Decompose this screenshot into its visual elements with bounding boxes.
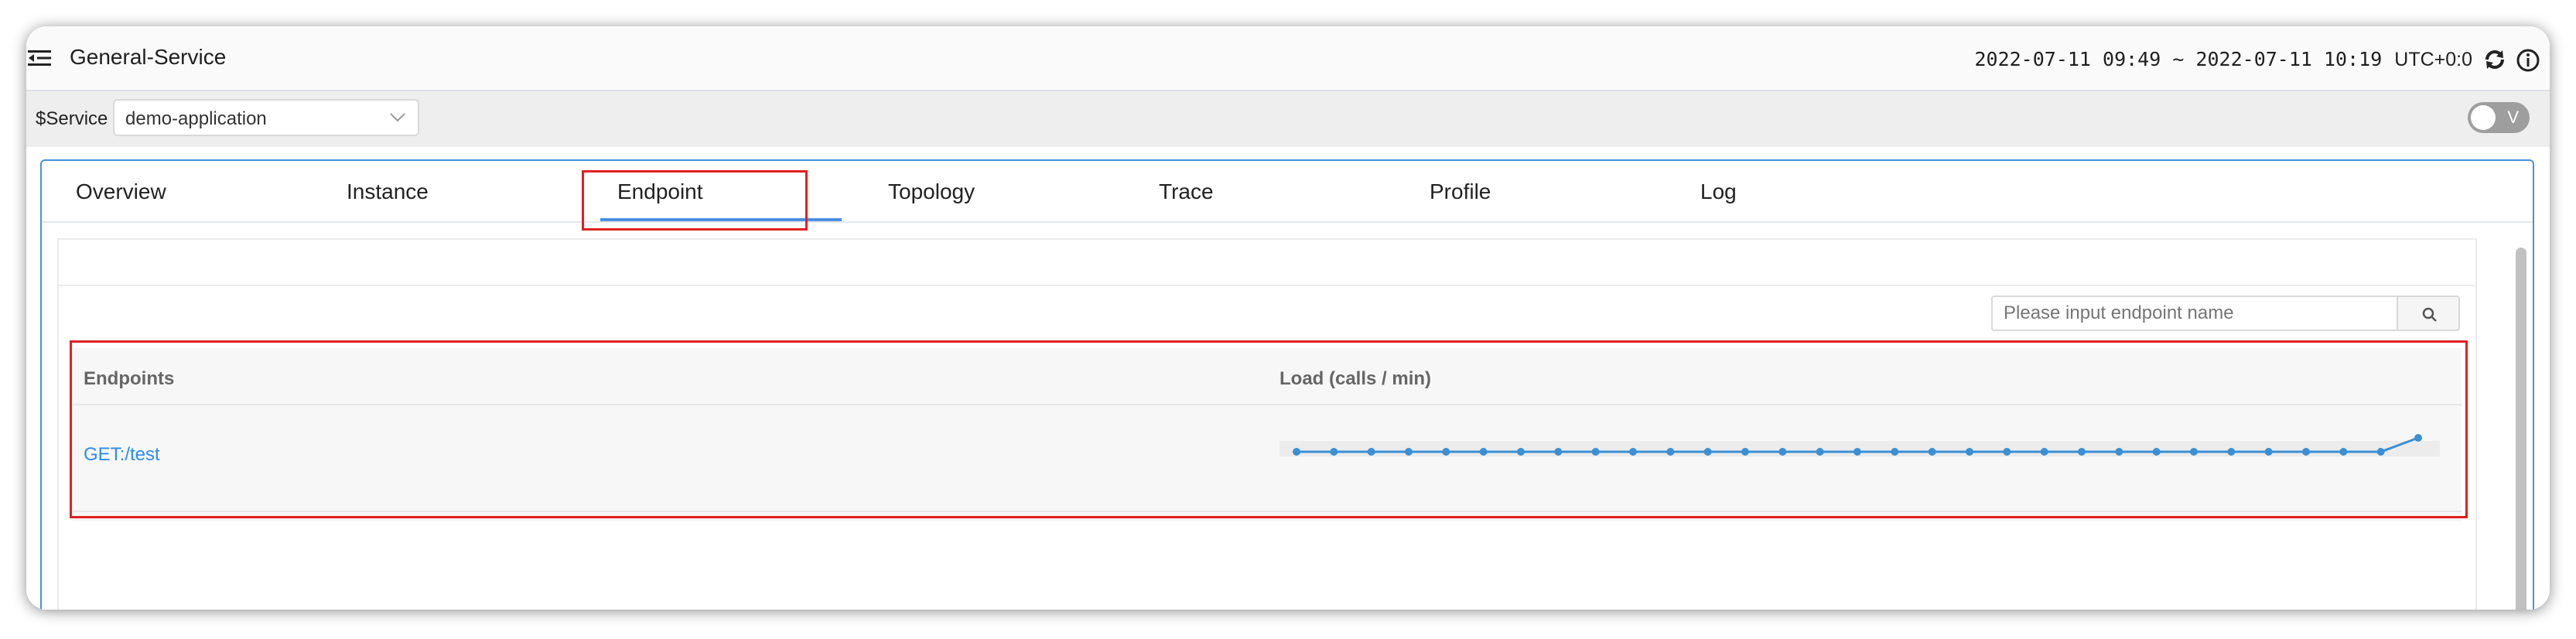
card-header [59,240,2475,286]
tab-instance[interactable]: Instance [347,179,429,204]
toggle-label: V [2507,108,2519,127]
search-button[interactable] [2397,296,2460,331]
tab-trace[interactable]: Trace [1159,179,1214,204]
top-bar: General-Service 2022-07-11 09:49 ~ 2022-… [26,26,2550,91]
timezone-label: UTC+0:0 [2394,49,2472,70]
tab-overview[interactable]: Overview [76,179,166,204]
chevron-down-icon [390,113,405,122]
tab-profile[interactable]: Profile [1430,179,1491,204]
time-range-display[interactable]: 2022-07-11 09:49 ~ 2022-07-11 10:19 UTC+0… [1974,48,2472,71]
tab-log[interactable]: Log [1700,179,1737,204]
view-toggle-switch[interactable]: V [2468,102,2530,133]
search-icon [2422,307,2437,322]
collapse-menu-icon[interactable] [28,50,51,67]
endpoint-search-input[interactable] [1991,296,2398,331]
tab-topology[interactable]: Topology [888,179,975,204]
tab-bar: Overview Instance Endpoint Topology Trac… [42,161,2533,223]
service-selector-bar: $Service demo-application V [26,91,2550,147]
vertical-scrollbar[interactable] [2516,248,2526,610]
toggle-knob [2471,105,2496,130]
app-window: General-Service 2022-07-11 09:49 ~ 2022-… [26,26,2550,610]
info-icon[interactable] [2516,48,2540,73]
table-highlight [70,340,2468,518]
service-select-value: demo-application [125,108,267,129]
refresh-icon[interactable] [2483,48,2506,71]
time-range-text: 2022-07-11 09:49 ~ 2022-07-11 10:19 [1974,48,2383,70]
service-label: $Service [36,108,108,129]
page-title: General-Service [70,45,227,69]
service-select[interactable]: demo-application [113,99,419,136]
endpoint-tab-highlight [582,170,808,231]
